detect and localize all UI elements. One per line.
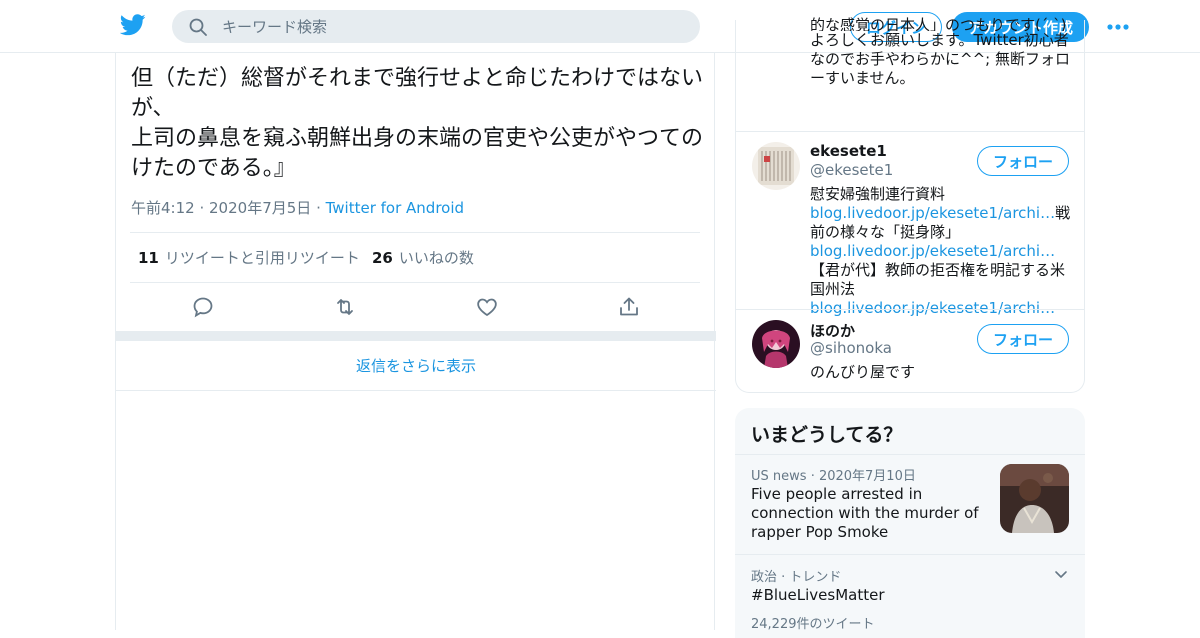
share-icon[interactable] xyxy=(617,295,641,319)
follow-button[interactable]: フォロー xyxy=(977,324,1069,354)
meta-dot: · xyxy=(199,199,210,217)
news-headline[interactable]: Five people arrested in connection with … xyxy=(751,485,986,542)
tweet-actions xyxy=(116,285,716,330)
tweet-meta: 午前4:12 · 2020年7月5日 · Twitter for Android xyxy=(131,197,464,218)
news-meta: US news · 2020年7月10日 xyxy=(751,465,916,484)
user-card[interactable]: ほのか @sihonoka フォロー のんびり屋です xyxy=(736,310,1084,392)
like-label: いいねの数 xyxy=(398,249,474,267)
bio-text: よろしくお願いします。Twitter初心者なのでお手やわらかに^^; 無断フォロ… xyxy=(810,31,1070,87)
trend-tweet-count: 24,229件のツイート xyxy=(751,617,875,632)
bio-partial-line: 的な感覚の日本人」のつもりです(´ `) xyxy=(810,16,1067,31)
search-input[interactable] xyxy=(222,10,682,43)
user-name[interactable]: ekesete1 xyxy=(810,142,887,160)
user-bio: 慰安婦強制連行資料blog.livedoor.jp/ekesete1/archi… xyxy=(810,185,1072,318)
user-bio: のんびり屋です xyxy=(810,363,916,381)
user-name[interactable]: ほのか xyxy=(810,320,855,341)
trend-hashtag[interactable]: #BlueLivesMatter xyxy=(751,586,885,604)
divider xyxy=(735,554,1085,555)
tweet-detail-column: 但（ただ）総督がそれまで強行せよと命じたわけではないが、 上司の鼻息を窺ふ朝鮮出… xyxy=(115,53,716,630)
twitter-bird-icon[interactable] xyxy=(120,14,146,36)
like-icon[interactable] xyxy=(475,295,499,319)
news-thumbnail[interactable] xyxy=(1000,464,1069,533)
avatar[interactable] xyxy=(752,142,800,190)
user-card[interactable]: ekesete1 @ekesete1 フォロー 慰安婦強制連行資料blog.li… xyxy=(736,132,1084,317)
show-more-replies-button[interactable]: 返信をさらに表示 xyxy=(116,341,716,391)
retweet-label: リツイートと引用リツイート xyxy=(164,249,360,267)
bio-link[interactable]: blog.livedoor.jp/ekesete1/archi… xyxy=(810,242,1055,260)
chevron-down-icon[interactable] xyxy=(1053,566,1069,582)
tweet-text: 但（ただ）総督がそれまで強行せよと命じたわけではないが、 上司の鼻息を窺ふ朝鮮出… xyxy=(131,66,704,181)
user-handle: @ekesete1 xyxy=(810,161,894,179)
avatar[interactable] xyxy=(752,320,800,368)
bio-text: 【君が代】教師の拒否権を明記する米国州法 xyxy=(810,261,1066,298)
trends-heading: いまどうしてる？ xyxy=(751,424,903,446)
tweet-source[interactable]: Twitter for Android xyxy=(326,199,464,217)
bio-link[interactable]: blog.livedoor.jp/ekesete1/archi… xyxy=(810,204,1055,222)
retweet-count: 11 xyxy=(138,249,159,267)
news-date: 2020年7月10日 xyxy=(818,469,916,484)
who-to-follow-panel: 的な感覚の日本人」のつもりです(´ `) よろしくお願いします。Twitter初… xyxy=(735,16,1085,393)
tweet-time[interactable]: 午前4:12 xyxy=(131,199,195,217)
meta-dot: · xyxy=(316,199,326,217)
divider xyxy=(735,454,1085,455)
user-handle: @sihonoka xyxy=(810,339,892,357)
previous-user-bio: 的な感覚の日本人」のつもりです(´ `) よろしくお願いします。Twitter初… xyxy=(810,16,1075,88)
tweet-stats: 11 リツイートと引用リツイート 26 いいねの数 xyxy=(130,232,700,283)
like-stat[interactable]: 26 いいねの数 xyxy=(372,247,474,268)
bio-text: 慰安婦強制連行資料 xyxy=(810,185,946,203)
meta-dot: · xyxy=(810,469,819,484)
section-divider xyxy=(116,331,716,341)
search-box[interactable] xyxy=(172,10,700,43)
retweet-stat[interactable]: 11 リツイートと引用リツイート xyxy=(138,247,360,268)
trends-panel: いまどうしてる？ US news · 2020年7月10日 Five peopl… xyxy=(735,408,1085,638)
tweet-date[interactable]: 2020年7月5日 xyxy=(209,199,311,217)
trend-category: 政治 · トレンド xyxy=(751,570,842,585)
search-icon xyxy=(189,18,207,36)
reply-icon[interactable] xyxy=(191,295,215,319)
like-count: 26 xyxy=(372,249,393,267)
news-source: US news xyxy=(751,469,807,484)
follow-button[interactable]: フォロー xyxy=(977,146,1069,176)
retweet-icon[interactable] xyxy=(333,295,357,319)
more-dots-icon[interactable] xyxy=(1106,18,1130,36)
